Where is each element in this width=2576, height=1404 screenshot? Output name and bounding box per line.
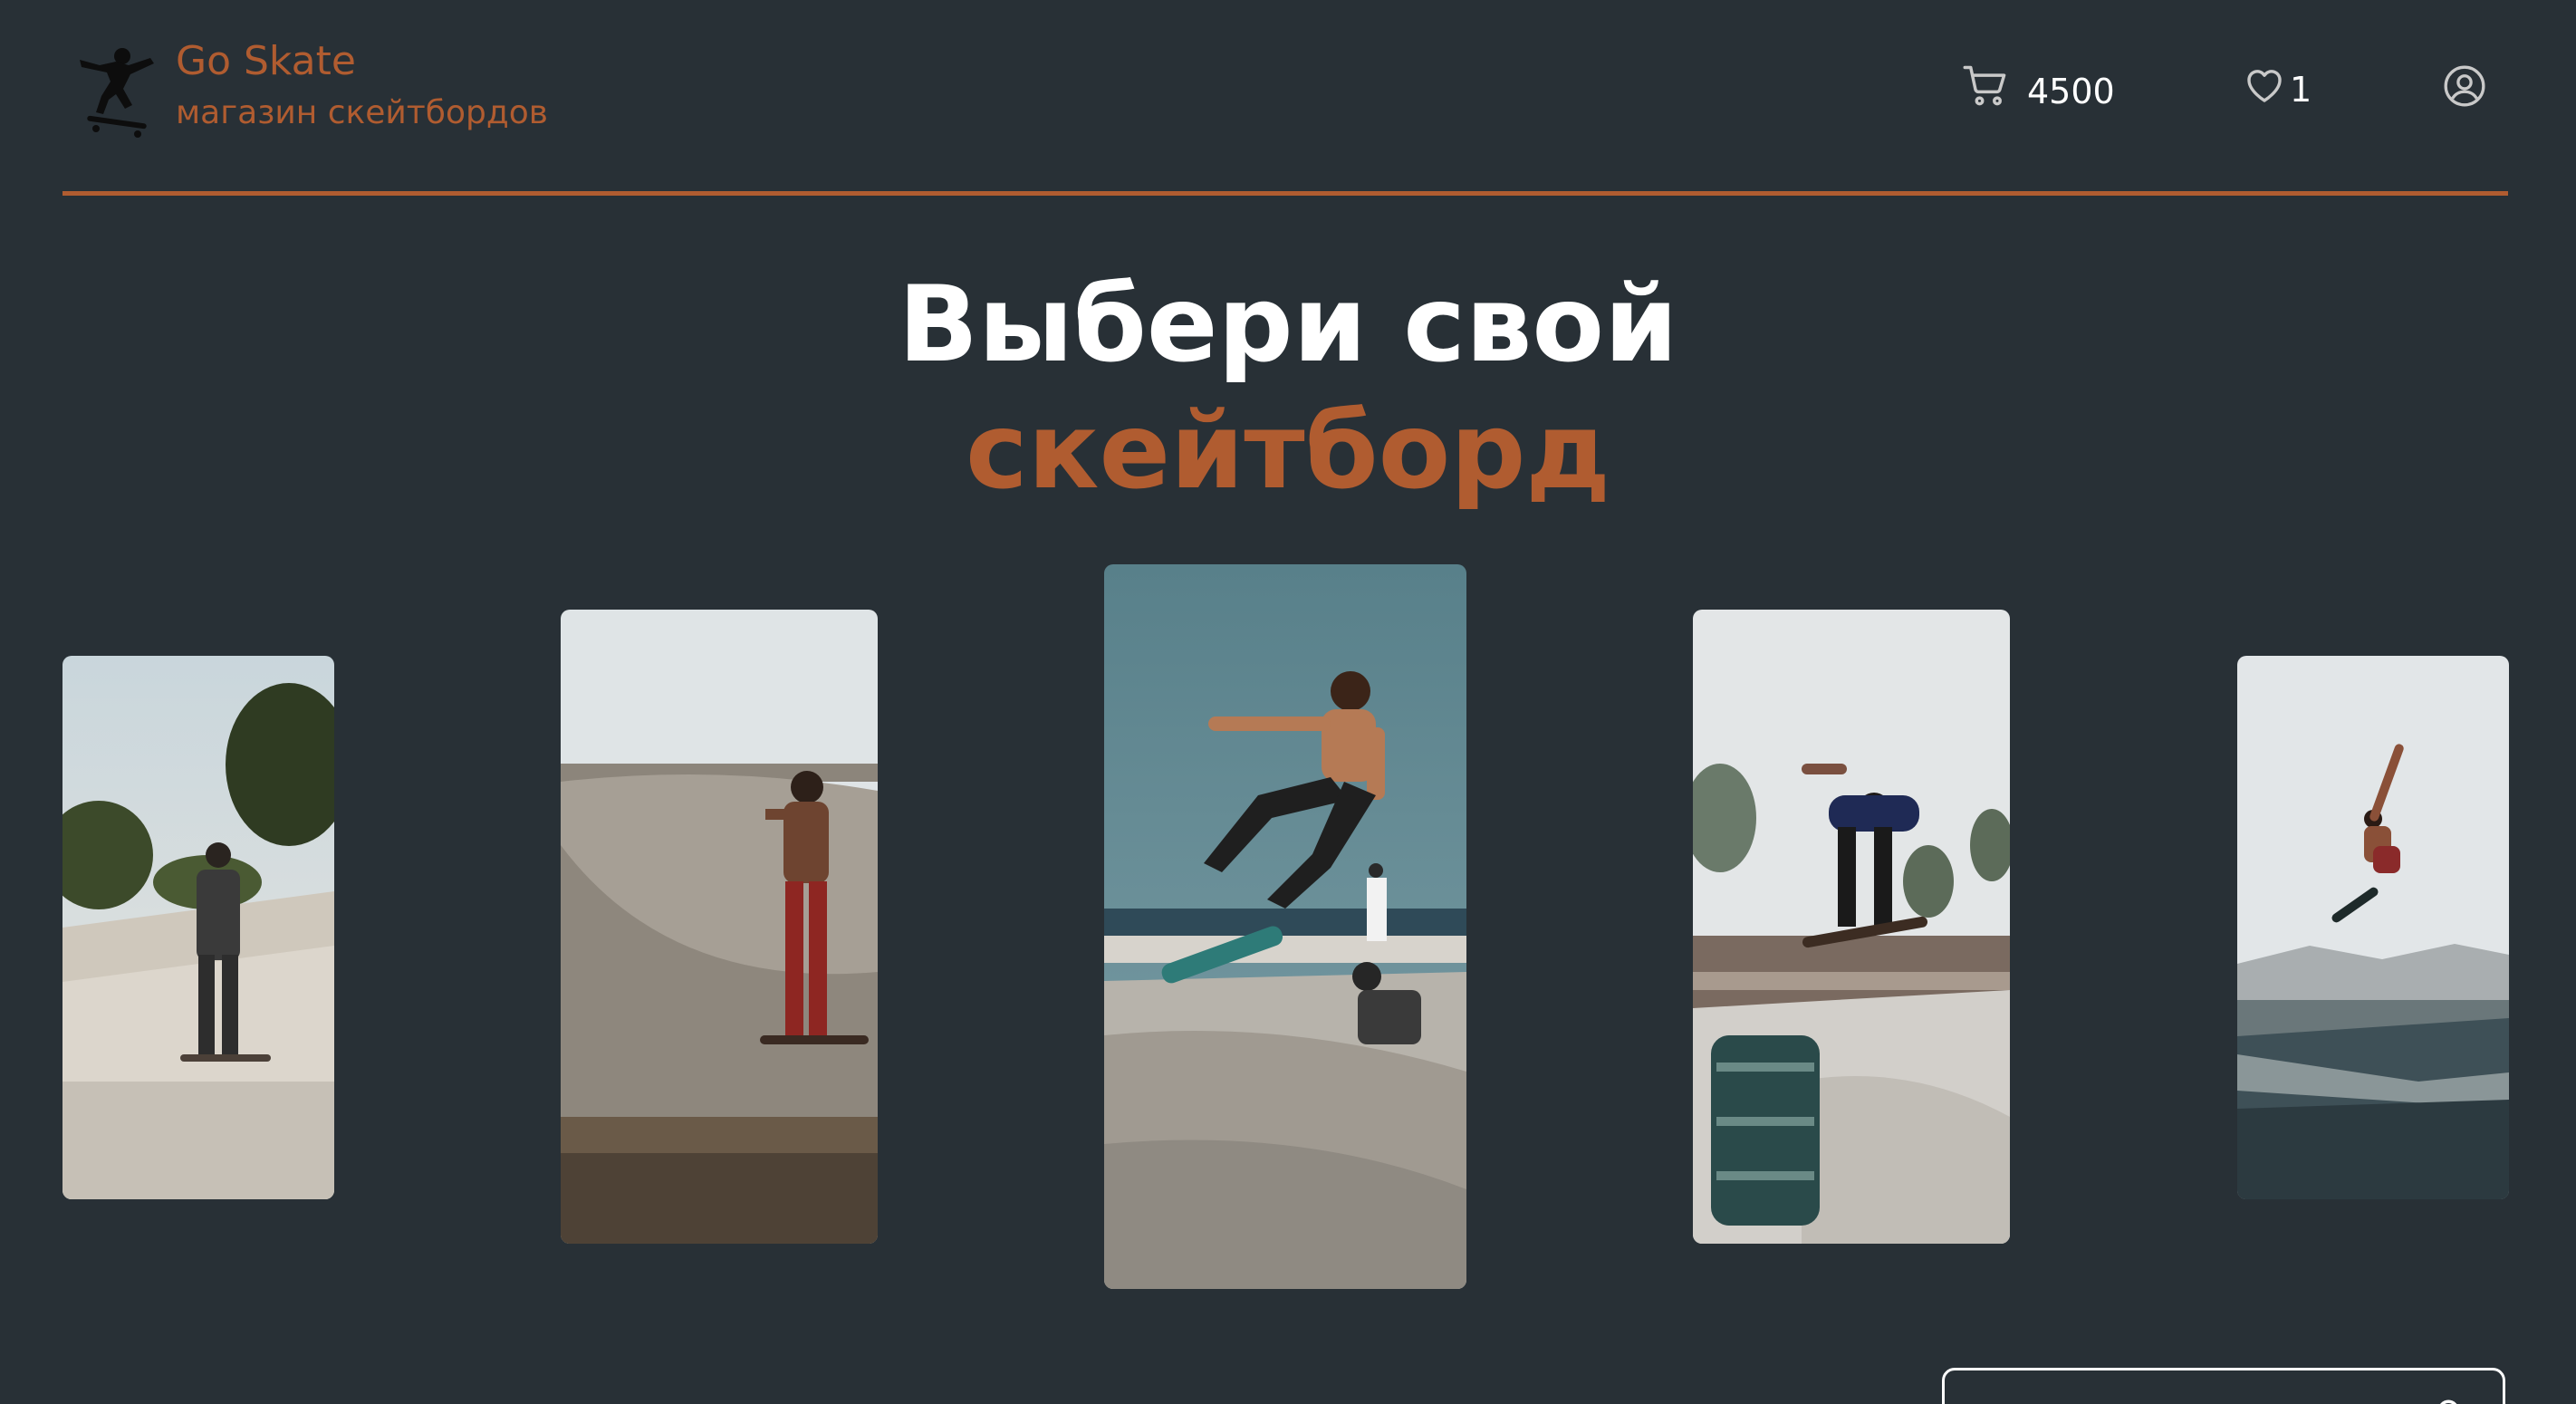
cart-total: 4500 <box>2027 72 2115 111</box>
brand-title[interactable]: Go Skate <box>176 38 356 84</box>
header-divider <box>62 191 2508 196</box>
skater-logo-icon[interactable] <box>72 42 163 141</box>
search-input[interactable] <box>1942 1368 2505 1404</box>
favorites-count: 1 <box>2290 70 2312 110</box>
skater-standing-photo[interactable] <box>62 656 334 1199</box>
heart-icon <box>2243 63 2286 111</box>
search-icon <box>2436 1398 2466 1404</box>
skater-crowd-trick-photo[interactable] <box>1693 610 2010 1244</box>
brand-subtitle: магазин скейтбордов <box>176 94 548 131</box>
hero-title-accent: скейтборд <box>965 390 1611 513</box>
cart-button[interactable]: 4500 <box>1962 60 2115 114</box>
cart-icon <box>1962 62 2009 112</box>
skater-air-photo[interactable] <box>2237 656 2509 1199</box>
favorites-button[interactable]: 1 <box>2243 60 2312 114</box>
skater-bowl-photo[interactable] <box>561 610 878 1244</box>
hero-title: Выбери свой <box>898 264 1678 386</box>
page: Go Skate магазин скейтбордов 4500 1 Выбе… <box>0 0 2576 1404</box>
user-circle-icon[interactable] <box>2442 63 2487 109</box>
skater-jump-photo[interactable] <box>1104 564 1466 1289</box>
